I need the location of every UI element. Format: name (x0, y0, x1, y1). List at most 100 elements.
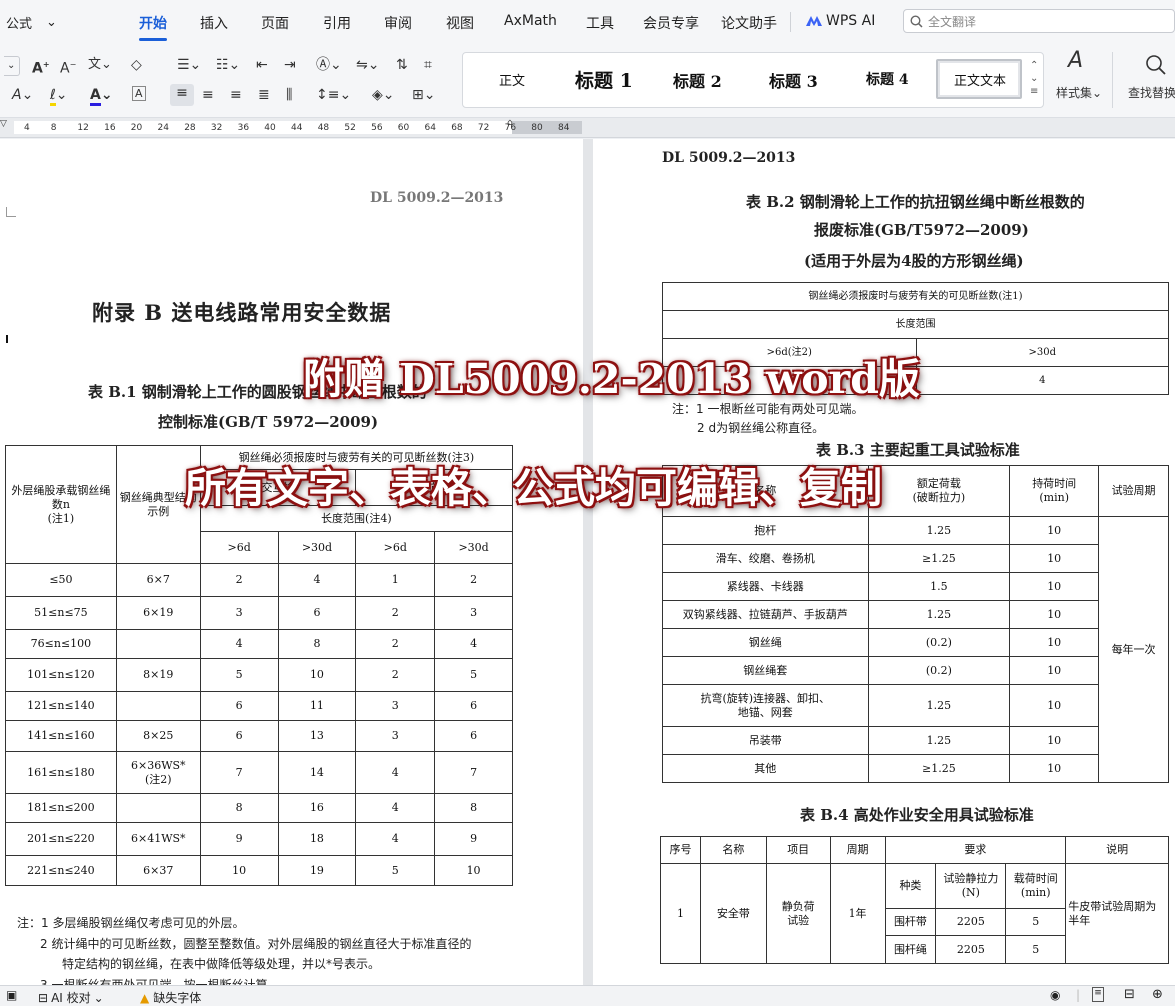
tab-axmath[interactable]: AxMath (504, 13, 557, 29)
sort-icon[interactable]: ⇅ (396, 56, 408, 74)
missing-font-button[interactable]: ▲ 缺失字体 (140, 989, 201, 1006)
chevron-down-icon: ⌄ (46, 14, 57, 30)
increase-indent-icon[interactable]: ⇥ (284, 56, 296, 74)
table-cell: 221≤n≤240 (5, 855, 117, 886)
decrease-indent-icon[interactable]: ⇤ (256, 56, 268, 74)
text-effect-icon[interactable]: A⌄ (12, 86, 33, 104)
tab-references[interactable]: 引用 (323, 13, 351, 33)
table-cell: 钢丝绳 (662, 628, 869, 657)
align-right-icon[interactable]: ≡ (230, 86, 242, 104)
table-cell: 1 (355, 563, 436, 597)
table-cell: 4 (355, 822, 436, 856)
tab-member[interactable]: 会员专享 (643, 13, 699, 33)
tab-insert[interactable]: 插入 (200, 13, 228, 33)
tab-tools[interactable]: 工具 (586, 13, 614, 33)
char-border-icon[interactable]: A (132, 86, 146, 101)
style-set-button[interactable]: 样式集⌄ (1056, 84, 1102, 102)
phonetic-guide-icon[interactable]: 文⌄ (88, 56, 112, 74)
table-cell: 16 (277, 793, 357, 823)
find-replace-label[interactable]: 查找替换 (1128, 84, 1175, 102)
show-marks-icon[interactable]: ⌗ (424, 56, 432, 74)
shading-icon[interactable]: ◈⌄ (372, 86, 395, 104)
margin-corner-mark (6, 207, 16, 217)
tab-page[interactable]: 页面 (261, 13, 289, 33)
b2-note-2: 2 d为钢丝绳公称直径。 (697, 421, 825, 435)
left-page-header: DL 5009.2—2013 (370, 190, 504, 206)
b4-row-cycle: 1年 (829, 863, 886, 964)
style-set-icon[interactable]: A (1068, 50, 1083, 72)
sidebar-toggle-icon[interactable]: ▣ (6, 988, 17, 1002)
table-cell: 10 (199, 855, 279, 886)
borders-icon[interactable]: ⊞⌄ (412, 86, 435, 104)
tab-paper-assistant[interactable]: 论文助手 (721, 13, 777, 33)
table-b4[interactable]: 序号 名称 项目 周期 要求 说明 1 安全带 静负荷 试验 1年 种类 试验静… (660, 836, 1169, 964)
table-row: 161≤n≤180 6×36WS* (注2) 7 14 4 7 (5, 751, 513, 794)
web-view-icon[interactable]: ⊕ (1152, 987, 1163, 1002)
wps-ai-button[interactable]: WPS AI (806, 13, 875, 29)
bullet-list-icon[interactable]: ☰⌄ (177, 56, 201, 74)
eye-protection-icon[interactable]: ◉ (1050, 988, 1060, 1002)
b1-note-1: 注：1 多层绳股钢丝绳仅考虑可见的外层。 (17, 916, 245, 930)
increase-font-icon[interactable]: A+ (32, 56, 50, 78)
ruler-tick: 72 (477, 123, 490, 133)
b4-col-cycle: 周期 (829, 836, 886, 864)
table-cell: 10 (1009, 600, 1100, 629)
table-cell (115, 629, 201, 659)
document-canvas[interactable]: DL 5009.2—2013 附录 B 送电线路常用安全数据 表 B.1 钢制滑… (0, 139, 1175, 985)
table-cell: 18 (277, 822, 357, 856)
tab-home[interactable]: 开始 (139, 13, 167, 41)
outline-view-icon[interactable]: ⊟ (1124, 987, 1135, 1002)
table-cell: 76≤n≤100 (5, 629, 117, 659)
ruler-tick: 40 (264, 123, 276, 133)
ruler-tick: 8 (50, 123, 57, 133)
b1-sub-header: >30d (434, 531, 513, 564)
table-cell: 3 (355, 691, 436, 721)
search-placeholder: 全文翻译 (928, 14, 977, 29)
tab-view[interactable]: 视图 (446, 13, 474, 33)
line-spacing-icon[interactable]: ↕≡⌄ (316, 86, 351, 104)
right-indent-marker-icon[interactable]: ⌂ (507, 118, 513, 128)
style-set-label: 样式集 (1056, 86, 1093, 100)
formula-dropdown[interactable]: 公式 ⌄ (0, 10, 58, 34)
b1-note-2b: 特定结构的钢丝绳，在表中做降低等级处理，并以*号表示。 (62, 957, 381, 971)
clear-format-icon[interactable]: ◇ (131, 56, 142, 74)
style-heading-4[interactable]: 标题 4 (866, 69, 909, 89)
distributed-icon[interactable]: ⫼ (286, 86, 292, 104)
b3-period-cell: 每年一次 (1098, 516, 1169, 783)
table-cell: 201≤n≤220 (5, 822, 117, 856)
wps-writer-window: 公式 ⌄ 开始 插入 页面 引用 审阅 视图 AxMath 工具 会员专享 论文助… (0, 0, 1175, 1006)
chinese-layout-icon[interactable]: Ⓐ⌄ (316, 56, 342, 74)
search-input[interactable]: 全文翻译 (903, 9, 1175, 33)
horizontal-ruler[interactable]: ▽ 4 8 12 16 20 24 28 32 36 40 44 48 52 56 60 64 68 72 76 80… (0, 118, 1175, 138)
decrease-font-icon[interactable]: A− (60, 56, 76, 78)
b1-note-3: 3 一根断丝有两处可见端，按一根断丝计算。 (40, 978, 280, 985)
justify-icon[interactable]: ≣ (258, 86, 270, 104)
find-replace-icon[interactable] (1145, 54, 1167, 76)
style-heading-3[interactable]: 标题 3 (769, 68, 818, 92)
font-size-dropdown[interactable]: ⌄ (4, 56, 20, 76)
table-cell: 14 (277, 751, 357, 794)
tab-review[interactable]: 审阅 (384, 13, 412, 33)
ai-check-button[interactable]: ⊟ AI 校对 ⌄ (38, 989, 104, 1006)
style-scroll-icon[interactable]: ⌃ ⌄ ≡ (1030, 59, 1038, 98)
style-heading-1[interactable]: 标题 1 (575, 66, 633, 93)
align-left-icon[interactable]: ≡ (170, 84, 194, 106)
indent-marker-icon[interactable]: ▽ (0, 119, 7, 129)
highlight-icon[interactable]: ℓ⌄ (50, 86, 68, 106)
wps-ai-icon (806, 16, 822, 26)
b1-sub-header: >30d (277, 531, 357, 564)
table-cell: 10 (1009, 572, 1100, 601)
table-cell: 13 (277, 720, 357, 752)
table-row: 抗弯(旋转)连接器、卸扣、 地锚、网套 1.25 10 (662, 684, 1169, 727)
text-direction-icon[interactable]: ⇋⌄ (356, 56, 379, 74)
align-center-icon[interactable]: ≡ (202, 86, 214, 104)
style-body-text[interactable]: 正文文本 (954, 70, 1006, 89)
page-view-icon[interactable]: ≡ (1092, 987, 1104, 1002)
style-heading-2[interactable]: 标题 2 (673, 68, 722, 92)
table-b2-title-line1: 表 B.2 钢制滑轮上工作的抗扭钢丝绳中断丝根数的 (746, 193, 1085, 211)
font-color-icon[interactable]: A⌄ (90, 86, 113, 106)
numbered-list-icon[interactable]: ☷⌄ (216, 56, 240, 74)
table-cell: 181≤n≤200 (5, 793, 117, 823)
table-cell: 4 (277, 563, 357, 597)
style-normal[interactable]: 正文 (499, 70, 525, 89)
